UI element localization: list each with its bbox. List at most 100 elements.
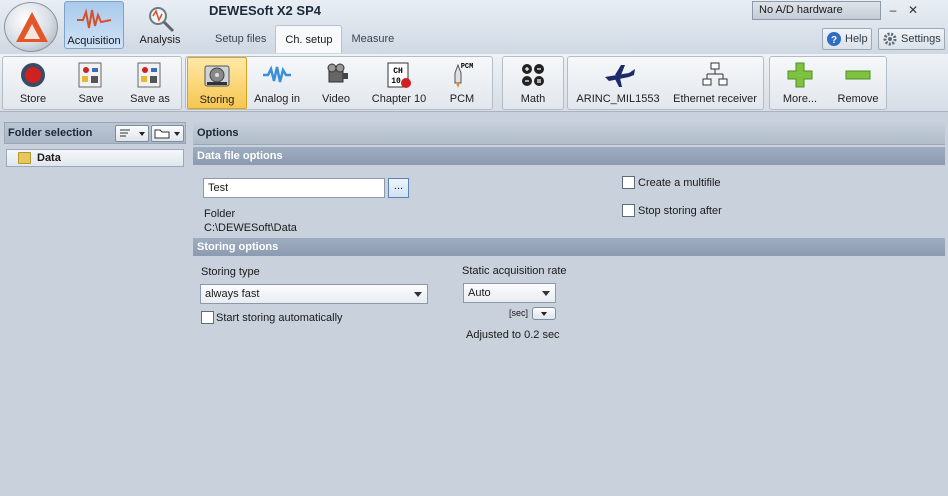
svg-text:?: ? [831, 35, 837, 46]
options-panel: Options Data file options Test ... Folde… [193, 122, 945, 496]
ch-icon-text-bottom: 10 [391, 77, 401, 86]
more-button[interactable]: More... [772, 57, 828, 109]
stop-storing-after-label: Stop storing after [638, 205, 722, 217]
math-operators-icon [518, 61, 548, 89]
chapter10-button[interactable]: CH 10 Chapter 10 [366, 57, 432, 109]
math-button[interactable]: Math [505, 57, 561, 109]
folder-label: Folder [204, 208, 236, 220]
rate-unit-dropdown[interactable] [532, 307, 556, 320]
hard-disk-icon [202, 62, 232, 90]
remove-label: Remove [837, 93, 879, 105]
ch-icon-text-top: CH [393, 67, 403, 76]
arinc-label: ARINC_MIL1553 [576, 93, 660, 105]
file-name-input[interactable]: Test [203, 178, 385, 198]
app-title: DEWESoft X2 SP4 [209, 3, 321, 18]
save-as-button[interactable]: Save as [121, 57, 179, 109]
minimize-icon[interactable]: – [884, 2, 902, 20]
static-rate-value: Auto [468, 287, 491, 299]
toolbar-group-math: Math [502, 56, 564, 110]
storing-options-header: Storing options [193, 238, 945, 256]
toolbar-group-file: Store Save Save as [2, 56, 182, 110]
network-icon [700, 61, 730, 89]
create-multifile-checkbox[interactable] [622, 176, 635, 189]
title-bar: Acquisition Analysis DEWESoft X2 SP4 Set… [0, 0, 948, 54]
folder-dropdown-button[interactable] [151, 125, 184, 142]
save-setup-icon [76, 61, 106, 89]
mode-acquisition-label: Acquisition [67, 35, 121, 47]
static-rate-select[interactable]: Auto [463, 283, 556, 303]
analog-in-label: Analog in [254, 93, 300, 105]
more-label: More... [782, 93, 818, 105]
chevron-down-icon [414, 292, 422, 297]
analog-signal-icon [262, 61, 292, 89]
plus-icon [785, 61, 815, 89]
arinc-button[interactable]: ARINC_MIL1553 [570, 57, 666, 109]
save-as-icon [135, 61, 165, 89]
chevron-down-icon [542, 291, 550, 296]
settings-button[interactable]: Settings [878, 28, 945, 50]
toolbar-group-channels: Storing Analog in Video CH 10 Chapter 10 … [185, 56, 493, 110]
pcm-button[interactable]: PCM PCM [434, 57, 490, 109]
gear-icon [882, 31, 898, 47]
store-button[interactable]: Store [5, 57, 61, 109]
magnifier-waveform-icon [141, 5, 179, 36]
folder-item-data[interactable]: Data [6, 149, 184, 167]
remove-button[interactable]: Remove [830, 57, 886, 109]
store-label: Store [19, 93, 47, 105]
folder-panel-title: Folder selection [8, 127, 93, 139]
tab-bar: Setup files Ch. setup Measure [206, 25, 403, 53]
mode-acquisition-button[interactable]: Acquisition [64, 1, 124, 49]
folder-panel-header: Folder selection [4, 122, 186, 144]
chapter10-icon: CH 10 [384, 61, 414, 89]
browse-button[interactable]: ... [388, 178, 409, 198]
folder-panel: Folder selection Data [0, 113, 190, 496]
save-as-label: Save as [130, 93, 170, 105]
dewesoft-logo[interactable] [4, 2, 58, 52]
save-button[interactable]: Save [63, 57, 119, 109]
ethernet-receiver-button[interactable]: Ethernet receiver [668, 57, 762, 109]
sort-dropdown-button[interactable] [115, 125, 149, 142]
pcm-label: PCM [449, 93, 475, 105]
math-label: Math [520, 93, 546, 105]
adjusted-rate-text: Adjusted to 0.2 sec [466, 329, 560, 341]
settings-label: Settings [901, 33, 941, 45]
folder-outline-icon [154, 129, 180, 139]
folder-item-label: Data [37, 152, 61, 164]
folder-path: C:\DEWESoft\Data [204, 222, 297, 234]
storing-button[interactable]: Storing [187, 57, 247, 109]
help-button[interactable]: ? Help [822, 28, 872, 50]
chevron-down-icon [541, 312, 547, 316]
create-multifile-label: Create a multifile [638, 177, 721, 189]
record-icon [18, 61, 48, 89]
options-title: Options [193, 122, 945, 145]
tab-ch-setup[interactable]: Ch. setup [275, 25, 343, 53]
static-rate-label: Static acquisition rate [462, 265, 567, 277]
folder-icon [18, 152, 31, 164]
video-label: Video [322, 93, 350, 105]
waveform-icon [75, 6, 113, 35]
start-storing-auto-label: Start storing automatically [216, 312, 343, 324]
sort-list-icon [120, 129, 145, 137]
close-icon[interactable]: ✕ [904, 2, 922, 20]
tab-setup-files[interactable]: Setup files [206, 25, 275, 53]
mode-analysis-button[interactable]: Analysis [130, 1, 190, 49]
video-button[interactable]: Video [308, 57, 364, 109]
storing-type-select[interactable]: always fast [200, 284, 428, 304]
help-icon: ? [826, 31, 842, 47]
toolbar-group-interfaces: ARINC_MIL1553 Ethernet receiver [567, 56, 764, 110]
toolbar: Store Save Save as Storing Analog in Vid… [0, 54, 948, 112]
save-label: Save [78, 93, 104, 105]
storing-type-label: Storing type [201, 266, 260, 278]
start-storing-auto-checkbox[interactable] [201, 311, 214, 324]
rate-unit-label: [sec] [509, 308, 529, 318]
hardware-status[interactable]: No A/D hardware [752, 1, 881, 20]
data-file-options-header: Data file options [193, 147, 945, 165]
pcm-icon-text: PCM [461, 63, 474, 71]
storing-label: Storing [199, 94, 235, 106]
analog-in-button[interactable]: Analog in [249, 57, 305, 109]
stop-storing-after-checkbox[interactable] [622, 204, 635, 217]
tab-measure[interactable]: Measure [342, 25, 403, 53]
camera-icon [321, 61, 351, 89]
chapter10-label: Chapter 10 [371, 93, 427, 105]
rocket-icon: PCM [447, 61, 477, 89]
